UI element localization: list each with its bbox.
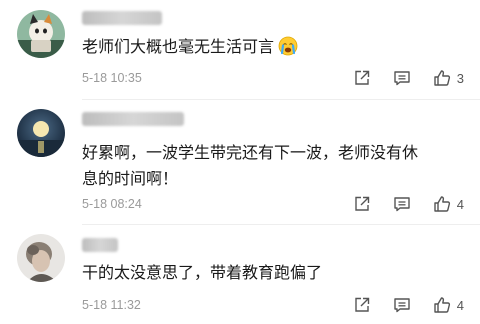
- thumbs-up-icon: [434, 70, 450, 86]
- like-button[interactable]: 3: [433, 69, 464, 87]
- comment-text: 好累啊，一波学生带完还有下一波，老师没有休 息的时间啊！: [82, 143, 419, 188]
- like-button[interactable]: 4: [433, 296, 464, 314]
- comment-date: 5-18 08:24: [82, 197, 142, 211]
- share-icon: [355, 297, 369, 312]
- avatar[interactable]: [17, 234, 65, 282]
- crying-face-emoji: [278, 36, 298, 64]
- username-blurred[interactable]: [82, 11, 162, 25]
- share-button[interactable]: [353, 195, 371, 213]
- share-button[interactable]: [353, 69, 371, 87]
- comment-text: 干的太没意思了，带着教育跑偏了: [82, 263, 323, 282]
- comment-icon: [394, 71, 410, 86]
- like-count: 4: [456, 297, 464, 313]
- thumbs-up-icon: [434, 297, 450, 313]
- comment-icon: [394, 197, 410, 212]
- comment-date: 5-18 11:32: [82, 298, 141, 312]
- avatar[interactable]: [17, 10, 65, 58]
- comment-text: 老师们大概也毫无生活可言: [82, 34, 467, 64]
- reply-button[interactable]: [393, 69, 411, 87]
- comment-date: 5-18 10:35: [82, 71, 142, 85]
- share-icon: [355, 196, 369, 211]
- divider: [82, 99, 480, 100]
- reply-button[interactable]: [393, 296, 411, 314]
- divider: [82, 224, 480, 225]
- like-button[interactable]: 4: [433, 195, 464, 213]
- comment-actions: 4: [331, 296, 464, 314]
- avatar[interactable]: [17, 109, 65, 157]
- username-blurred[interactable]: [82, 112, 184, 126]
- like-count: 3: [456, 70, 464, 86]
- thumbs-up-icon: [434, 196, 450, 212]
- comment-actions: 4: [331, 195, 464, 213]
- comment-icon: [394, 298, 410, 313]
- username-blurred[interactable]: [82, 238, 118, 252]
- share-button[interactable]: [353, 296, 371, 314]
- comment-actions: 3: [331, 69, 464, 87]
- like-count: 4: [456, 196, 464, 212]
- share-icon: [355, 70, 369, 85]
- reply-button[interactable]: [393, 195, 411, 213]
